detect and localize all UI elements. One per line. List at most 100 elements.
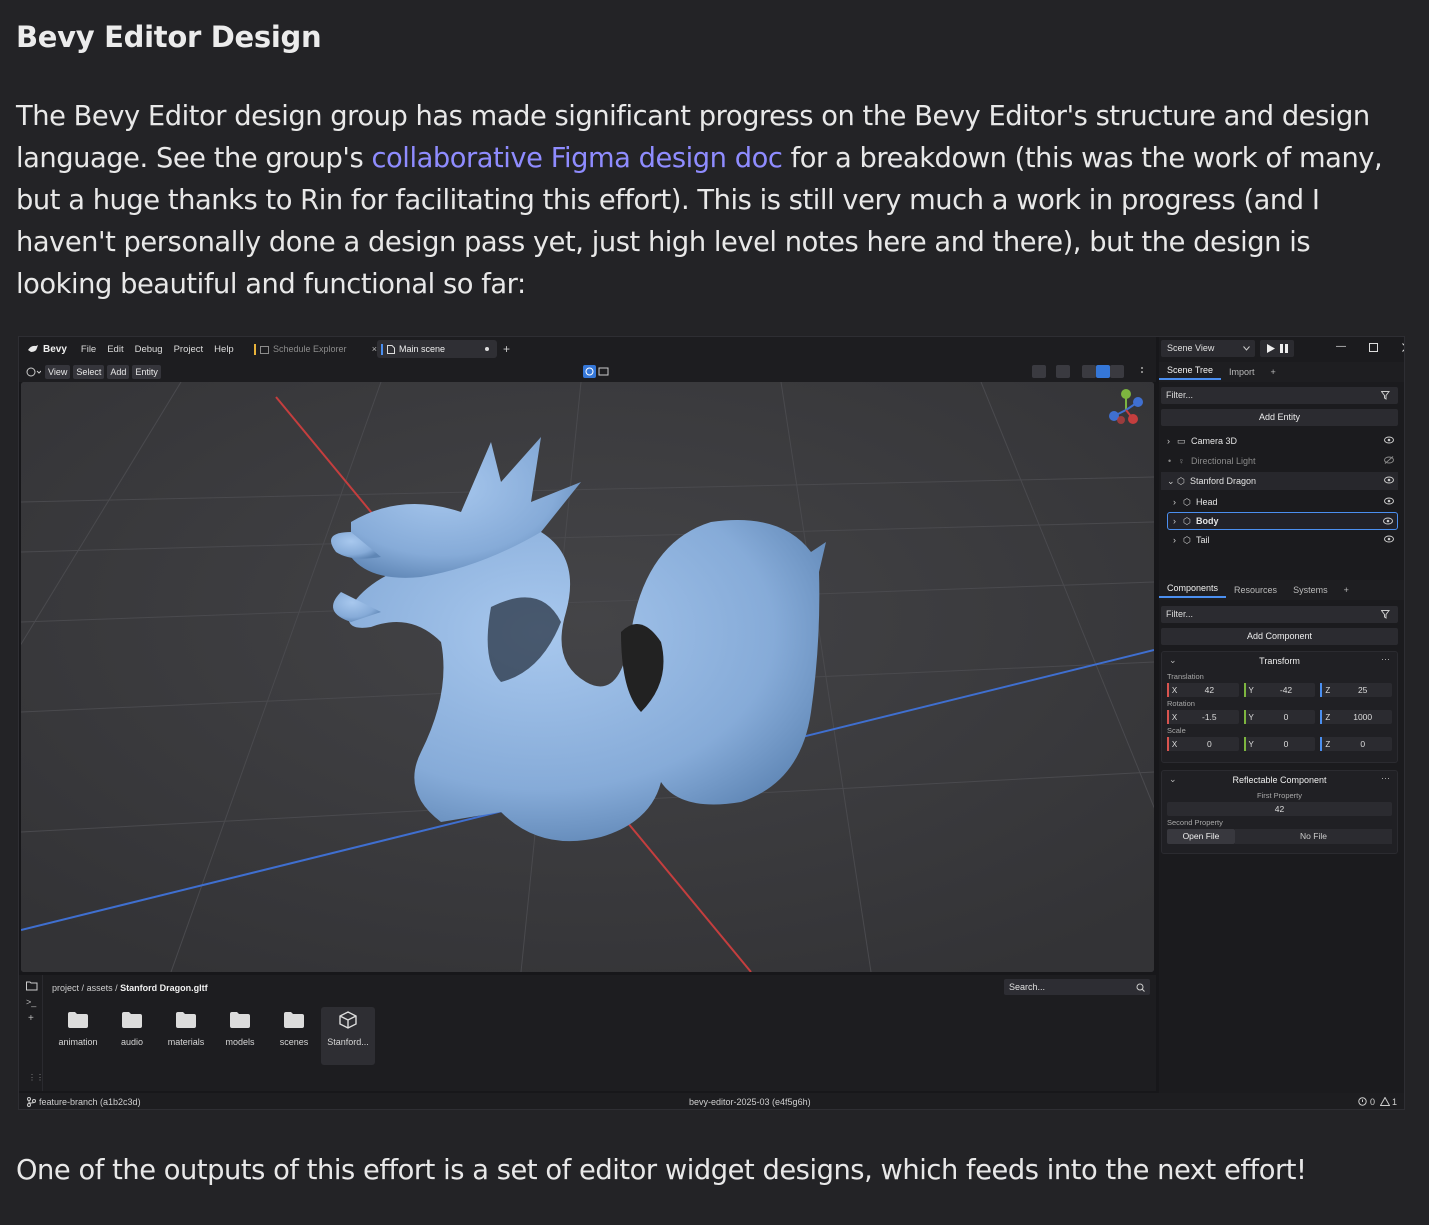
translation-z-field[interactable]: Z 25 xyxy=(1320,683,1393,697)
cube-icon xyxy=(339,1011,357,1029)
play-icon[interactable] xyxy=(1267,344,1275,353)
menu-edit[interactable]: Edit xyxy=(107,344,123,355)
tree-item-camera-3d[interactable]: › ▭ Camera 3D xyxy=(1161,432,1398,450)
rotation-x-field[interactable]: X -1.5 xyxy=(1167,710,1239,724)
component-filter-input[interactable]: Filter... xyxy=(1161,606,1398,623)
reflectable-component: ⌄ Reflectable Component ··· First Proper… xyxy=(1161,770,1398,854)
asset-folder-animation[interactable]: animation xyxy=(51,1007,105,1065)
tree-item-body[interactable]: › ⬡ Body xyxy=(1167,512,1398,530)
eye-icon[interactable] xyxy=(1384,497,1394,505)
status-warning-count[interactable]: 1 xyxy=(1392,1097,1397,1107)
tree-item-head[interactable]: › ⬡ Head xyxy=(1161,493,1398,511)
eye-icon[interactable] xyxy=(1384,535,1394,543)
eye-icon[interactable] xyxy=(1384,436,1394,444)
eye-icon[interactable] xyxy=(1384,476,1394,484)
bulb-icon: ♀ xyxy=(1178,456,1185,466)
translation-x-field[interactable]: X 42 xyxy=(1167,683,1239,697)
tab-main-scene[interactable]: Main scene xyxy=(377,340,497,358)
calendar-icon xyxy=(260,345,269,354)
tab-schedule-explorer[interactable]: Schedule Explorer × xyxy=(251,341,377,357)
crumb-file: Stanford Dragon.gltf xyxy=(120,983,208,993)
asset-label: audio xyxy=(120,1037,144,1047)
chevron-right-icon[interactable]: › xyxy=(1173,535,1183,545)
asset-folder-models[interactable]: models xyxy=(213,1007,267,1065)
scene-filter-input[interactable]: Filter... xyxy=(1161,387,1398,404)
more-icon[interactable]: ··· xyxy=(1381,654,1390,664)
rotation-label: Rotation xyxy=(1167,699,1195,708)
first-property-field[interactable]: 42 xyxy=(1167,802,1392,816)
tab-scene-tree[interactable]: Scene Tree xyxy=(1159,365,1222,380)
menu-project[interactable]: Project xyxy=(174,344,204,355)
open-file-button[interactable]: Open File xyxy=(1167,829,1235,844)
gizmo-toggle-icon[interactable] xyxy=(583,365,613,378)
terminal-icon[interactable]: >_ xyxy=(26,997,36,1007)
eye-off-icon[interactable] xyxy=(1384,456,1394,464)
asset-search-input[interactable]: Search... xyxy=(1004,979,1150,995)
status-branch[interactable]: feature-branch (a1b2c3d) xyxy=(39,1097,141,1107)
camera-mode-icon[interactable] xyxy=(25,366,41,378)
asset-folder-materials[interactable]: materials xyxy=(159,1007,213,1065)
menu-debug[interactable]: Debug xyxy=(135,344,163,355)
add-component-button[interactable]: Add Component xyxy=(1161,628,1398,645)
asset-side-rail: >_ + ⋮⋮ xyxy=(21,975,44,1091)
filter-icon[interactable] xyxy=(1381,610,1393,619)
scene-viewport[interactable] xyxy=(21,382,1154,972)
value: 0 xyxy=(1283,739,1289,749)
drag-handle-icon[interactable]: ⋮⋮ xyxy=(28,1073,44,1082)
scale-x-field[interactable]: X0 xyxy=(1167,737,1239,751)
scale-label: Scale xyxy=(1167,726,1186,735)
chevron-down-icon[interactable]: ⌄ xyxy=(1169,774,1177,785)
chevron-down-icon[interactable]: ⌄ xyxy=(1167,476,1177,487)
filter-icon[interactable] xyxy=(1381,391,1393,400)
tab-resources[interactable]: Resources xyxy=(1226,585,1285,595)
minimize-icon[interactable]: — xyxy=(1336,341,1346,352)
tree-item-tail[interactable]: › ⬡ Tail xyxy=(1161,531,1398,549)
menu-file[interactable]: File xyxy=(81,344,96,355)
toolbar-add-button[interactable]: Add xyxy=(107,364,130,379)
status-error-count[interactable]: 0 xyxy=(1370,1097,1375,1107)
menu-help[interactable]: Help xyxy=(214,344,234,355)
asset-folder-scenes[interactable]: scenes xyxy=(267,1007,321,1065)
first-property-label: First Property xyxy=(1256,791,1302,800)
toolbar-select-button[interactable]: Select xyxy=(73,364,105,379)
close-window-icon[interactable] xyxy=(1402,343,1405,352)
add-tab-button[interactable]: + xyxy=(503,342,510,356)
toolbar-view-button[interactable]: View xyxy=(45,364,71,379)
chevron-down-icon[interactable]: ⌄ xyxy=(1169,655,1177,666)
pause-icon[interactable] xyxy=(1280,344,1288,353)
chevron-right-icon[interactable]: › xyxy=(1167,436,1177,446)
tab-import[interactable]: Import xyxy=(1221,367,1263,377)
add-entity-button[interactable]: Add Entity xyxy=(1161,409,1398,426)
reflectable-header[interactable]: ⌄ Reflectable Component ··· xyxy=(1162,771,1397,789)
scale-z-field[interactable]: Z0 xyxy=(1320,737,1393,751)
tab-components[interactable]: Components xyxy=(1159,583,1227,598)
toolbar-entity-button[interactable]: Entity xyxy=(132,364,161,379)
asset-file-stanford-dragon[interactable]: Stanford... xyxy=(321,1007,375,1065)
maximize-icon[interactable] xyxy=(1369,343,1378,352)
rotation-y-field[interactable]: Y0 xyxy=(1243,710,1316,724)
asset-folder-audio[interactable]: audio xyxy=(105,1007,159,1065)
translation-y-field[interactable]: Y -42 xyxy=(1243,683,1316,697)
chevron-right-icon[interactable]: › xyxy=(1173,516,1183,526)
add-inspector-tab-button[interactable]: + xyxy=(1336,585,1357,595)
figma-doc-link[interactable]: collaborative Figma design doc xyxy=(372,143,783,174)
add-panel-tab-button[interactable]: + xyxy=(1263,367,1284,377)
folder-icon xyxy=(284,1012,304,1028)
chevron-right-icon[interactable]: › xyxy=(1173,497,1183,507)
add-component-label: Add Component xyxy=(1246,631,1313,641)
tree-item-stanford-dragon[interactable]: ⌄ ⬡ Stanford Dragon xyxy=(1161,472,1398,490)
eye-icon[interactable] xyxy=(1383,517,1393,525)
folder-open-icon[interactable] xyxy=(26,981,38,991)
transform-header[interactable]: ⌄ Transform ··· xyxy=(1162,652,1397,670)
visibility-toggles-icon[interactable] xyxy=(1032,365,1144,378)
more-icon[interactable]: ··· xyxy=(1381,773,1390,783)
crumb-project[interactable]: project xyxy=(52,983,79,993)
scene-view-select[interactable]: Scene View xyxy=(1161,340,1255,357)
crumb-assets[interactable]: assets xyxy=(87,983,113,993)
tree-item-directional-light[interactable]: • ♀ Directional Light xyxy=(1161,452,1398,470)
rotation-z-field[interactable]: Z 1000 xyxy=(1320,710,1393,724)
scale-y-field[interactable]: Y0 xyxy=(1243,737,1316,751)
title-bar: Bevy File Edit Debug Project Help Schedu… xyxy=(19,337,1156,361)
plus-icon[interactable]: + xyxy=(28,1013,34,1024)
tab-systems[interactable]: Systems xyxy=(1285,585,1336,595)
